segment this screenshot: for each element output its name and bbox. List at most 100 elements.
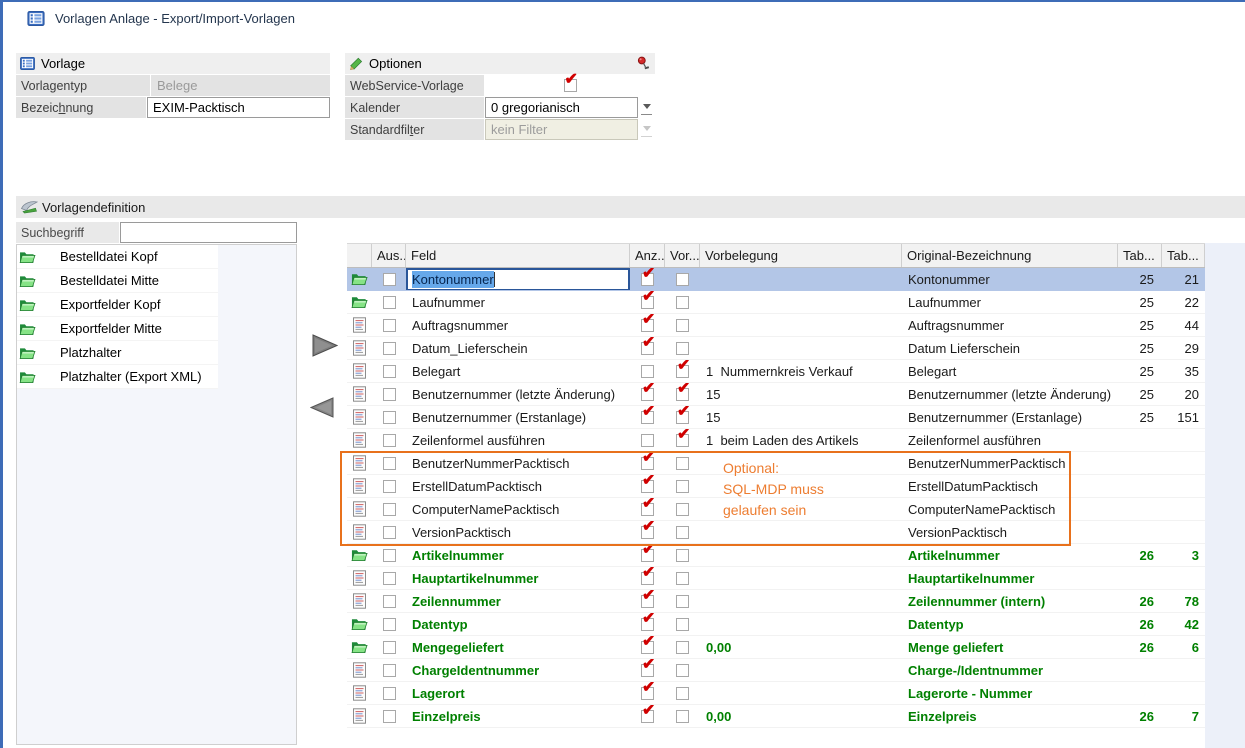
table-row[interactable]: ✔ Artikelnummer ✔ ✔ Artikelnummer 26 3 <box>347 544 1205 567</box>
anz-checkbox[interactable]: ✔ <box>641 526 654 539</box>
anz-checkbox[interactable]: ✔ <box>641 572 654 585</box>
table-row[interactable]: ✔ ComputerNamePacktisch ✔ ✔ ComputerName… <box>347 498 1205 521</box>
header-aus[interactable]: Aus... <box>372 244 406 267</box>
aus-checkbox[interactable]: ✔ <box>383 296 396 309</box>
feld-edit-input[interactable]: Kontonummer <box>406 268 630 290</box>
header-icon-col[interactable] <box>347 244 372 267</box>
anz-checkbox[interactable]: ✔ <box>641 503 654 516</box>
aus-checkbox[interactable]: ✔ <box>383 503 396 516</box>
vor-checkbox[interactable]: ✔ <box>676 664 689 677</box>
table-row[interactable]: ✔ Lagerort ✔ ✔ Lagerorte - Nummer <box>347 682 1205 705</box>
move-right-arrow-button[interactable] <box>312 334 338 358</box>
anz-checkbox[interactable]: ✔ <box>641 664 654 677</box>
aus-checkbox[interactable]: ✔ <box>383 664 396 677</box>
aus-checkbox[interactable]: ✔ <box>383 434 396 447</box>
header-anz[interactable]: Anz... <box>630 244 665 267</box>
vor-checkbox[interactable]: ✔ <box>676 618 689 631</box>
search-input[interactable] <box>120 222 297 243</box>
table-row[interactable]: ✔ Laufnummer ✔ ✔ Laufnummer 25 22 <box>347 291 1205 314</box>
move-left-arrow-button[interactable] <box>310 397 334 419</box>
vor-checkbox[interactable]: ✔ <box>676 710 689 723</box>
vor-checkbox[interactable]: ✔ <box>676 641 689 654</box>
standardfilter-select[interactable]: kein Filter <box>485 119 638 140</box>
anz-checkbox[interactable]: ✔ <box>641 480 654 493</box>
aus-checkbox[interactable]: ✔ <box>383 710 396 723</box>
vor-checkbox[interactable]: ✔ <box>676 687 689 700</box>
table-row[interactable]: ✔ Benutzernummer (Erstanlage) ✔ ✔ 15 Ben… <box>347 406 1205 429</box>
aus-checkbox[interactable]: ✔ <box>383 411 396 424</box>
vor-checkbox[interactable]: ✔ <box>676 549 689 562</box>
tree-item[interactable]: Platzhalter <box>17 341 218 365</box>
anz-checkbox[interactable]: ✔ <box>641 457 654 470</box>
webservice-checkbox[interactable]: ✔ <box>564 79 577 92</box>
vor-checkbox[interactable]: ✔ <box>676 411 689 424</box>
aus-checkbox[interactable]: ✔ <box>383 480 396 493</box>
anz-checkbox[interactable]: ✔ <box>641 273 654 286</box>
vor-checkbox[interactable]: ✔ <box>676 319 689 332</box>
table-row[interactable]: ✔ Zeilennummer ✔ ✔ Zeilennummer (intern)… <box>347 590 1205 613</box>
tree-item[interactable]: Exportfelder Mitte <box>17 317 218 341</box>
table-row[interactable]: ✔ ChargeIdentnummer ✔ ✔ Charge-/Identnum… <box>347 659 1205 682</box>
aus-checkbox[interactable]: ✔ <box>383 365 396 378</box>
table-row[interactable]: ✔ Mengegeliefert ✔ ✔ 0,00 Menge geliefer… <box>347 636 1205 659</box>
header-tab2[interactable]: Tab... <box>1162 244 1205 267</box>
table-row[interactable]: ✔ Datentyp ✔ ✔ Datentyp 26 42 <box>347 613 1205 636</box>
bezeichnung-input[interactable] <box>147 97 330 118</box>
vor-checkbox[interactable]: ✔ <box>676 342 689 355</box>
anz-checkbox[interactable]: ✔ <box>641 319 654 332</box>
table-row[interactable]: ✔ ErstellDatumPacktisch ✔ ✔ ErstellDatum… <box>347 475 1205 498</box>
table-row[interactable]: ✔ BenutzerNummerPacktisch ✔ ✔ BenutzerNu… <box>347 452 1205 475</box>
vor-checkbox[interactable]: ✔ <box>676 365 689 378</box>
vor-checkbox[interactable]: ✔ <box>676 457 689 470</box>
aus-checkbox[interactable]: ✔ <box>383 572 396 585</box>
aus-checkbox[interactable]: ✔ <box>383 595 396 608</box>
table-row[interactable]: ✔ Zeilenformel ausführen ✔ ✔ 1 beim Lade… <box>347 429 1205 452</box>
header-feld[interactable]: Feld <box>406 244 630 267</box>
vor-checkbox[interactable]: ✔ <box>676 503 689 516</box>
table-row[interactable]: ✔ Auftragsnummer ✔ ✔ Auftragsnummer 25 4… <box>347 314 1205 337</box>
anz-checkbox[interactable]: ✔ <box>641 434 654 447</box>
anz-checkbox[interactable]: ✔ <box>641 411 654 424</box>
aus-checkbox[interactable]: ✔ <box>383 457 396 470</box>
vor-checkbox[interactable]: ✔ <box>676 572 689 585</box>
vor-checkbox[interactable]: ✔ <box>676 273 689 286</box>
tree-item[interactable]: Platzhalter (Export XML) <box>17 365 218 389</box>
anz-checkbox[interactable]: ✔ <box>641 296 654 309</box>
table-row[interactable]: ✔ Hauptartikelnummer ✔ ✔ Hauptartikelnum… <box>347 567 1205 590</box>
vor-checkbox[interactable]: ✔ <box>676 434 689 447</box>
vor-checkbox[interactable]: ✔ <box>676 595 689 608</box>
aus-checkbox[interactable]: ✔ <box>383 342 396 355</box>
anz-checkbox[interactable]: ✔ <box>641 618 654 631</box>
tree-item[interactable]: Bestelldatei Kopf <box>17 245 218 269</box>
table-row[interactable]: ✔ Kontonummer ✔ ✔ Kontonummer 25 21 <box>347 268 1205 291</box>
table-row[interactable]: ✔ Datum_Lieferschein ✔ ✔ Datum Liefersch… <box>347 337 1205 360</box>
tree-item[interactable]: Bestelldatei Mitte <box>17 269 218 293</box>
anz-checkbox[interactable]: ✔ <box>641 549 654 562</box>
anz-checkbox[interactable]: ✔ <box>641 388 654 401</box>
kalender-dropdown-button[interactable] <box>638 97 655 118</box>
anz-checkbox[interactable]: ✔ <box>641 687 654 700</box>
aus-checkbox[interactable]: ✔ <box>383 319 396 332</box>
anz-checkbox[interactable]: ✔ <box>641 595 654 608</box>
kalender-select[interactable]: 0 gregorianisch <box>485 97 638 118</box>
aus-checkbox[interactable]: ✔ <box>383 641 396 654</box>
pin-icon[interactable] <box>637 56 650 71</box>
table-row[interactable]: ✔ Benutzernummer (letzte Änderung) ✔ ✔ 1… <box>347 383 1205 406</box>
header-original-bezeichnung[interactable]: Original-Bezeichnung <box>902 244 1118 267</box>
aus-checkbox[interactable]: ✔ <box>383 388 396 401</box>
table-row[interactable]: ✔ VersionPacktisch ✔ ✔ VersionPacktisch <box>347 521 1205 544</box>
aus-checkbox[interactable]: ✔ <box>383 618 396 631</box>
aus-checkbox[interactable]: ✔ <box>383 526 396 539</box>
header-tab1[interactable]: Tab... <box>1118 244 1162 267</box>
vor-checkbox[interactable]: ✔ <box>676 296 689 309</box>
aus-checkbox[interactable]: ✔ <box>383 273 396 286</box>
table-row[interactable]: ✔ Einzelpreis ✔ ✔ 0,00 Einzelpreis 26 7 <box>347 705 1205 728</box>
anz-checkbox[interactable]: ✔ <box>641 710 654 723</box>
aus-checkbox[interactable]: ✔ <box>383 549 396 562</box>
vor-checkbox[interactable]: ✔ <box>676 480 689 493</box>
vor-checkbox[interactable]: ✔ <box>676 526 689 539</box>
header-vorbelegung[interactable]: Vorbelegung <box>700 244 902 267</box>
standardfilter-dropdown-button[interactable] <box>638 119 655 140</box>
header-vor[interactable]: Vor... <box>665 244 700 267</box>
tree-item[interactable]: Exportfelder Kopf <box>17 293 218 317</box>
